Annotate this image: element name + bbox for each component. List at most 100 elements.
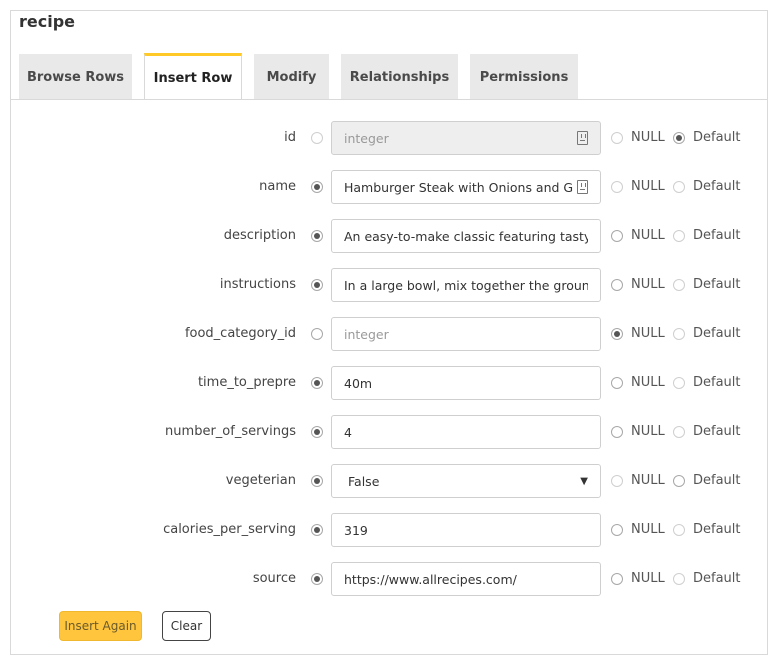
value-radio[interactable] (311, 524, 323, 536)
field-row-number-of-servings: number_of_servings 4 NULL Default (0, 415, 776, 449)
id-input[interactable]: integer (331, 121, 601, 155)
description-input[interactable]: An easy-to-make classic featuring tasty … (331, 219, 601, 253)
field-label: name (259, 179, 296, 194)
default-radio[interactable] (673, 573, 685, 585)
field-label: source (252, 571, 296, 586)
resize-icon (577, 180, 588, 194)
default-label: Default (693, 571, 741, 586)
value-radio[interactable] (311, 181, 323, 193)
time-to-prepre-input[interactable]: 40m (331, 366, 601, 400)
tab-divider (10, 99, 768, 100)
number-of-servings-input[interactable]: 4 (331, 415, 601, 449)
input-value: https://www.allrecipes.com/ (344, 571, 517, 587)
null-label: NULL (631, 277, 665, 292)
field-row-description: description An easy-to-make classic feat… (0, 219, 776, 253)
null-radio[interactable] (611, 573, 623, 585)
input-value: 319 (344, 522, 368, 538)
default-label: Default (693, 522, 741, 537)
tab-relationships[interactable]: Relationships (341, 54, 458, 100)
default-radio[interactable] (673, 377, 685, 389)
value-radio[interactable] (311, 475, 323, 487)
value-radio[interactable] (311, 279, 323, 291)
field-row-source: source https://www.allrecipes.com/ NULL … (0, 562, 776, 596)
input-value: An easy-to-make classic featuring tasty … (344, 228, 588, 244)
null-label: NULL (631, 522, 665, 537)
field-row-time-to-prepre: time_to_prepre 40m NULL Default (0, 366, 776, 400)
default-label: Default (693, 424, 741, 439)
field-row-instructions: instructions In a large bowl, mix togeth… (0, 268, 776, 302)
calories-per-serving-input[interactable]: 319 (331, 513, 601, 547)
food-category-id-input[interactable]: integer (331, 317, 601, 351)
field-row-calories-per-serving: calories_per_serving 319 NULL Default (0, 513, 776, 547)
null-radio[interactable] (611, 475, 623, 487)
vegeterian-select[interactable]: False ▼ (331, 464, 601, 498)
default-radio[interactable] (673, 132, 685, 144)
select-value: False (348, 473, 380, 489)
input-value: In a large bowl, mix together the ground (344, 277, 588, 293)
tab-permissions[interactable]: Permissions (470, 54, 578, 100)
null-radio[interactable] (611, 377, 623, 389)
input-placeholder: integer (344, 326, 389, 342)
field-label: time_to_prepre (197, 375, 296, 390)
tab-insert-row[interactable]: Insert Row (144, 53, 242, 100)
clear-button[interactable]: Clear (162, 611, 211, 641)
null-label: NULL (631, 130, 665, 145)
field-row-id: id integer NULL Default (0, 121, 776, 155)
default-radio[interactable] (673, 524, 685, 536)
null-radio[interactable] (611, 230, 623, 242)
input-value: Hamburger Steak with Onions and Gravy (344, 179, 573, 195)
null-label: NULL (631, 375, 665, 390)
chevron-down-icon: ▼ (580, 475, 588, 487)
default-label: Default (693, 473, 741, 488)
instructions-input[interactable]: In a large bowl, mix together the ground (331, 268, 601, 302)
null-radio[interactable] (611, 524, 623, 536)
field-label: number_of_servings (165, 424, 296, 439)
insert-again-button[interactable]: Insert Again (59, 611, 142, 641)
default-radio[interactable] (673, 279, 685, 291)
value-radio[interactable] (311, 230, 323, 242)
null-radio[interactable] (611, 426, 623, 438)
name-input[interactable]: Hamburger Steak with Onions and Gravy (331, 170, 601, 204)
page-title: recipe (19, 12, 76, 31)
default-radio[interactable] (673, 230, 685, 242)
field-label: id (284, 130, 296, 145)
null-label: NULL (631, 424, 665, 439)
default-label: Default (693, 130, 741, 145)
field-label: instructions (219, 277, 296, 292)
default-label: Default (693, 179, 741, 194)
input-value: 40m (344, 375, 373, 391)
field-label: food_category_id (184, 326, 296, 341)
field-row-name: name Hamburger Steak with Onions and Gra… (0, 170, 776, 204)
null-radio[interactable] (611, 181, 623, 193)
null-label: NULL (631, 473, 665, 488)
value-radio[interactable] (311, 132, 323, 144)
source-input[interactable]: https://www.allrecipes.com/ (331, 562, 601, 596)
field-label: calories_per_serving (163, 522, 296, 537)
null-label: NULL (631, 228, 665, 243)
field-label: vegeterian (225, 473, 296, 488)
null-label: NULL (631, 179, 665, 194)
input-value: 4 (344, 424, 352, 440)
default-radio[interactable] (673, 475, 685, 487)
value-radio[interactable] (311, 426, 323, 438)
default-radio[interactable] (673, 426, 685, 438)
default-label: Default (693, 277, 741, 292)
null-radio[interactable] (611, 279, 623, 291)
default-radio[interactable] (673, 328, 685, 340)
default-label: Default (693, 228, 741, 243)
field-label: description (223, 228, 296, 243)
default-radio[interactable] (673, 181, 685, 193)
null-radio[interactable] (611, 328, 623, 340)
value-radio[interactable] (311, 328, 323, 340)
default-label: Default (693, 326, 741, 341)
value-radio[interactable] (311, 377, 323, 389)
field-row-food-category-id: food_category_id integer NULL Default (0, 317, 776, 351)
field-row-vegeterian: vegeterian False ▼ NULL Default (0, 464, 776, 498)
input-placeholder: integer (344, 130, 389, 146)
value-radio[interactable] (311, 573, 323, 585)
null-radio[interactable] (611, 132, 623, 144)
default-label: Default (693, 375, 741, 390)
tab-modify[interactable]: Modify (254, 54, 329, 100)
null-label: NULL (631, 571, 665, 586)
tab-browse-rows[interactable]: Browse Rows (19, 54, 132, 100)
